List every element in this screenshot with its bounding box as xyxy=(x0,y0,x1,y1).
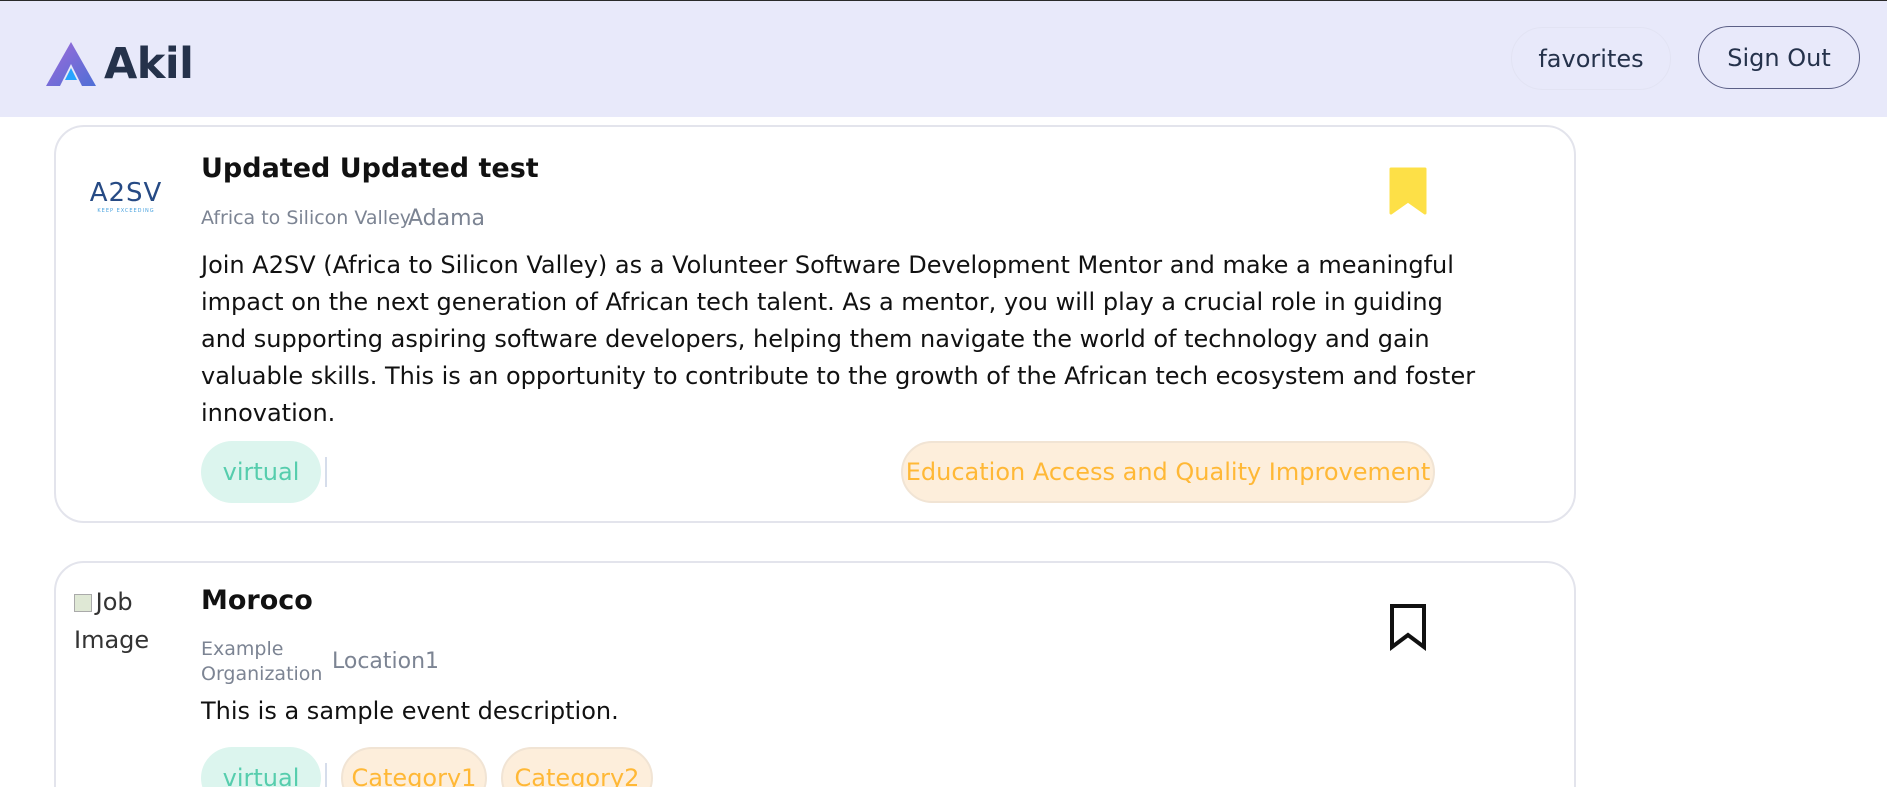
card-location: Location1 xyxy=(332,649,440,674)
card-organization: Africa to Silicon Valley xyxy=(201,207,412,229)
logo-tagline: KEEP EXCEEDING xyxy=(97,208,154,214)
favorites-button[interactable]: favorites xyxy=(1511,27,1671,90)
job-image-placeholder: Job Image xyxy=(74,583,184,659)
sign-out-button[interactable]: Sign Out xyxy=(1698,26,1860,89)
tag-category: Category1 xyxy=(341,747,487,787)
opportunity-card[interactable]: Job Image Moroco Example Organization Lo… xyxy=(54,561,1576,787)
card-title[interactable]: Moroco xyxy=(201,585,313,616)
card-title[interactable]: Updated Updated test xyxy=(201,153,539,184)
akil-logo-icon xyxy=(46,42,96,86)
card-description: Join A2SV (Africa to Silicon Valley) as … xyxy=(201,251,1476,427)
bookmark-outline-icon[interactable] xyxy=(1389,603,1427,651)
opportunity-card[interactable]: A2SV KEEP EXCEEDING Updated Updated test… xyxy=(54,125,1576,523)
card-description: This is a sample event description. xyxy=(201,697,619,725)
tag-category: Category2 xyxy=(501,747,653,787)
brand-name: Akil xyxy=(104,39,194,89)
brand-logo[interactable]: Akil xyxy=(46,39,194,89)
bookmark-filled-icon[interactable] xyxy=(1389,167,1427,215)
logo-wordmark: A2SV xyxy=(90,178,163,208)
tag-divider xyxy=(325,763,327,787)
tag-mode: virtual xyxy=(201,441,321,503)
tag-mode: virtual xyxy=(201,747,321,787)
card-location: Adama xyxy=(408,206,486,231)
broken-image-icon xyxy=(74,594,92,612)
organization-logo: A2SV KEEP EXCEEDING xyxy=(90,178,163,214)
tag-category: Education Access and Quality Improvement xyxy=(901,441,1435,503)
tag-divider xyxy=(325,457,327,487)
card-organization: Example Organization xyxy=(201,638,323,685)
top-navbar: Akil favorites Sign Out xyxy=(0,1,1887,117)
